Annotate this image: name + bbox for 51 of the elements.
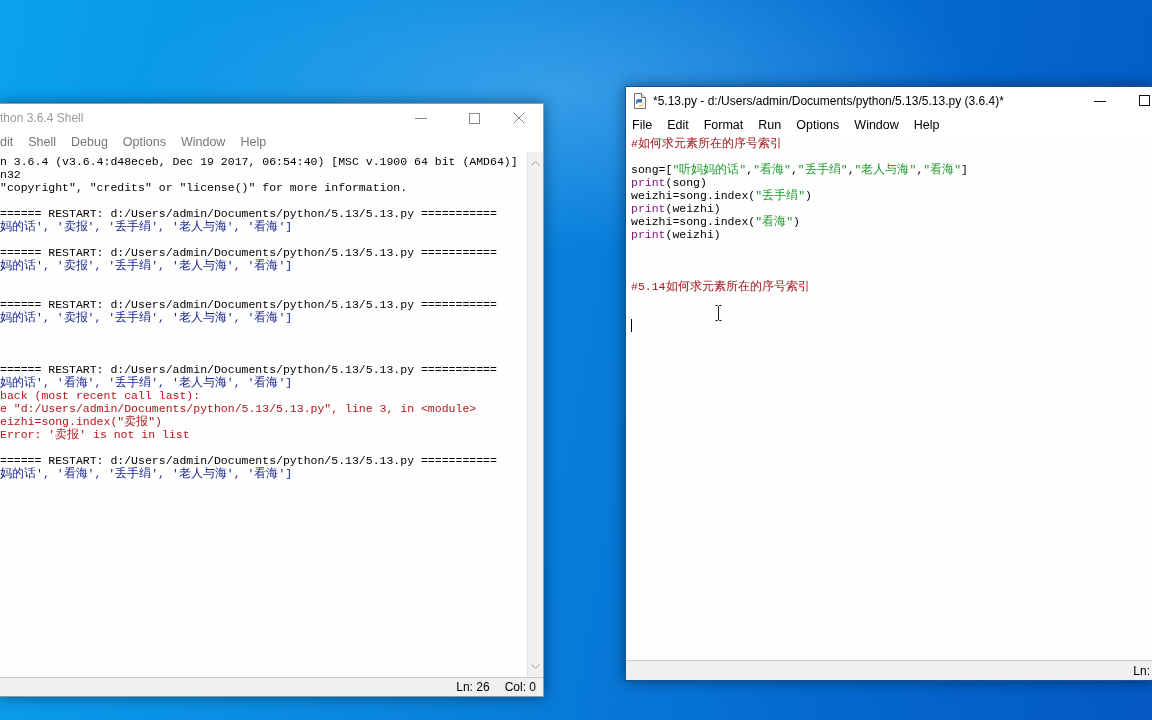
close-icon[interactable]	[513, 112, 525, 124]
menu-item[interactable]: File	[632, 117, 653, 132]
console-line: ====== RESTART: d:/Users/admin/Documents/python/5.13/5.13.py ===========	[0, 454, 497, 467]
menu-item[interactable]: Edit	[667, 117, 689, 132]
code-line: weizhi=song.index("丢手绢")	[631, 189, 812, 202]
code-line: weizhi=song.index("看海")	[631, 215, 800, 228]
error-line: e "d:/Users/admin/Documents/python/5.13/5.13.py", line 3, in <module>	[0, 402, 477, 415]
menu-item[interactable]: Help	[913, 117, 940, 132]
console-line: ====== RESTART: d:/Users/admin/Documents/python/5.13/5.13.py ===========	[0, 246, 497, 259]
output-line: 妈的话', '看海', '丢手绢', '老人与海', '看海']	[0, 376, 293, 389]
scrollbar[interactable]	[527, 152, 543, 677]
menu-item[interactable]: Help	[240, 135, 267, 149]
output-line: 妈的话', '卖报', '丢手绢', '老人与海', '看海']	[0, 220, 293, 233]
console-line: n 3.6.4 (v3.6.4:d48eceb, Dec 19 2017, 06:54:40) [MSC v.1900 64 bit (AMD64)]	[0, 155, 518, 168]
console-line: ====== RESTART: d:/Users/admin/Documents/python/5.13/5.13.py ===========	[0, 298, 497, 311]
text-caret	[631, 319, 632, 332]
code-line: #如何求元素所在的序号索引	[631, 137, 782, 150]
menu-item[interactable]: Run	[758, 117, 782, 132]
menu-item[interactable]: dit	[0, 135, 14, 149]
output-line: 妈的话', '看海', '丢手绢', '老人与海', '看海']	[0, 467, 293, 480]
file-icon	[632, 92, 648, 109]
menu-item[interactable]: Shell	[28, 135, 56, 149]
error-line: eizhi=song.index("卖报")	[0, 415, 163, 428]
menu-item[interactable]: Format	[703, 117, 744, 132]
menu-item[interactable]: Window	[854, 117, 899, 132]
code-line: print(song)	[631, 176, 707, 189]
console-line: ====== RESTART: d:/Users/admin/Documents/python/5.13/5.13.py ===========	[0, 363, 497, 376]
menu-item[interactable]: Options	[796, 117, 840, 132]
output-line: 妈的话', '卖报', '丢手绢', '老人与海', '看海']	[0, 311, 293, 324]
status-text: Ln: 26	[456, 680, 490, 694]
menu-item[interactable]: Debug	[71, 135, 108, 149]
error-line: Error: '卖报' is not in list	[0, 428, 190, 441]
status-text: Ln:	[1133, 663, 1150, 678]
menu-item[interactable]: Window	[180, 135, 226, 149]
code-line: song=["听妈妈的话","看海","丢手绢","老人与海","看海"]	[631, 163, 968, 176]
window-title: *5.13.py - d:/Users/admin/Documents/python/5.13/5.13.py (3.6.4)*	[653, 93, 1004, 108]
code-line: print(weizhi)	[631, 228, 721, 241]
console-line: n32	[0, 168, 21, 181]
chevron-down-icon[interactable]	[531, 664, 540, 669]
code-line: print(weizhi)	[631, 202, 721, 215]
chevron-up-icon[interactable]	[531, 161, 540, 166]
console-line: "copyright", "credits" or "license()" for more information.	[0, 181, 408, 194]
window-title: thon 3.6.4 Shell	[0, 111, 84, 125]
error-line: back (most recent call last):	[0, 389, 201, 402]
console-line: ====== RESTART: d:/Users/admin/Documents/python/5.13/5.13.py ===========	[0, 207, 497, 220]
i-beam-pointer-icon	[715, 305, 722, 321]
status-text: Col: 0	[504, 680, 536, 694]
menu-item[interactable]: Options	[122, 135, 166, 149]
output-line: 妈的话', '卖报', '丢手绢', '老人与海', '看海']	[0, 259, 293, 272]
code-line: #5.14如何求元素所在的序号索引	[631, 280, 810, 293]
maximize-icon[interactable]	[1139, 95, 1150, 106]
